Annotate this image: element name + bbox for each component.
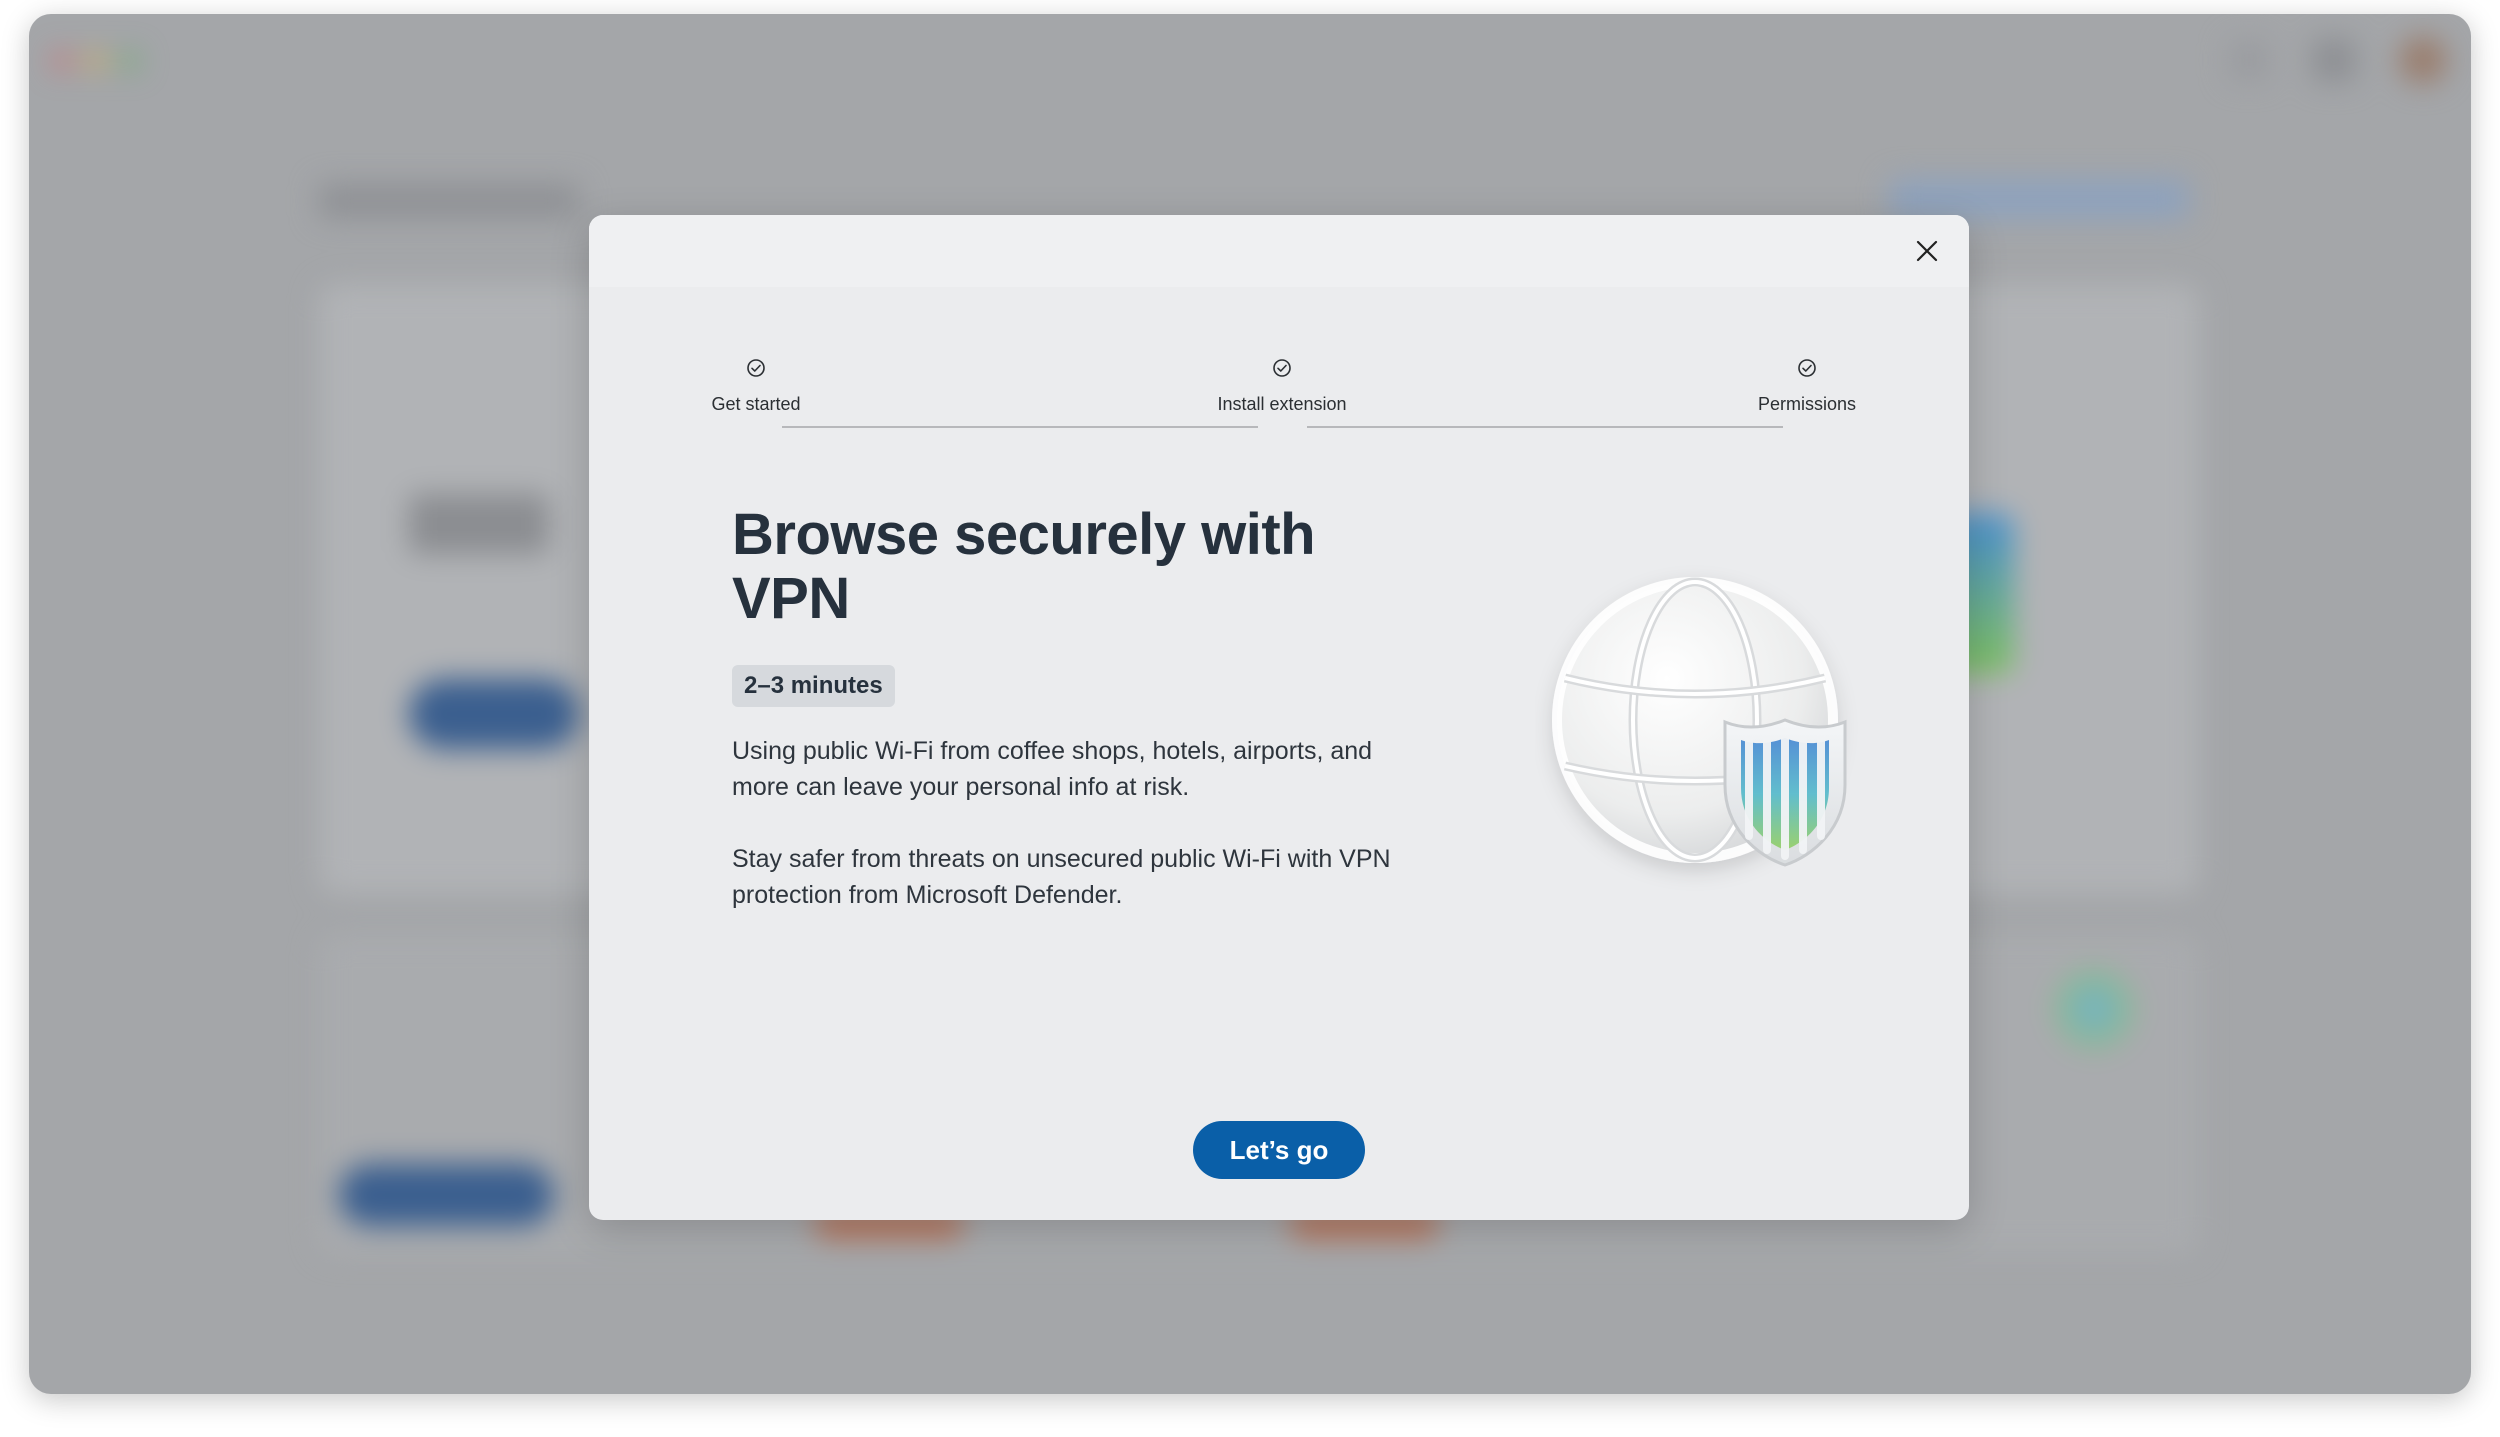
app-window: Get started Install extension Permission…	[29, 14, 2471, 1394]
bg-card-icon	[2054, 969, 2134, 1049]
description-paragraph: Stay safer from threats on unsecured pub…	[732, 845, 1391, 909]
window-maximize-dot	[119, 50, 141, 72]
bg-toolbar-icon	[2312, 38, 2356, 82]
window-close-dot	[51, 50, 73, 72]
bg-hero-button	[409, 679, 579, 749]
check-circle-icon	[1273, 359, 1291, 377]
check-circle-icon	[747, 359, 765, 377]
bg-link	[1889, 179, 2189, 219]
setup-stepper: Get started Install extension Permission…	[589, 358, 1969, 428]
bg-heading	[319, 184, 579, 218]
bg-avatar	[2399, 36, 2447, 84]
bg-hero-text	[409, 494, 549, 554]
bg-card-button	[339, 1164, 554, 1226]
window-minimize-dot	[85, 50, 107, 72]
step-label: Install extension	[1217, 394, 1347, 414]
globe-shield-icon	[1552, 577, 1847, 867]
description-paragraph: Using public Wi-Fi from coffee shops, ho…	[732, 737, 1373, 801]
close-button[interactable]	[1909, 233, 1945, 269]
dialog-header	[589, 215, 1969, 287]
bg-toolbar-icon	[2229, 40, 2269, 80]
dialog-content: Browse securely with VPN 2–3 minutes Usi…	[732, 503, 1392, 913]
duration-badge: 2–3 minutes	[732, 665, 895, 707]
vpn-setup-dialog: Get started Install extension Permission…	[589, 215, 1969, 1220]
check-circle-icon	[1798, 359, 1816, 377]
step-label: Permissions	[1757, 394, 1857, 414]
step-label: Get started	[711, 394, 801, 414]
dialog-title: Browse securely with VPN	[732, 502, 1316, 631]
lets-go-button[interactable]: Let’s go	[1193, 1121, 1365, 1179]
close-icon	[1916, 240, 1938, 262]
